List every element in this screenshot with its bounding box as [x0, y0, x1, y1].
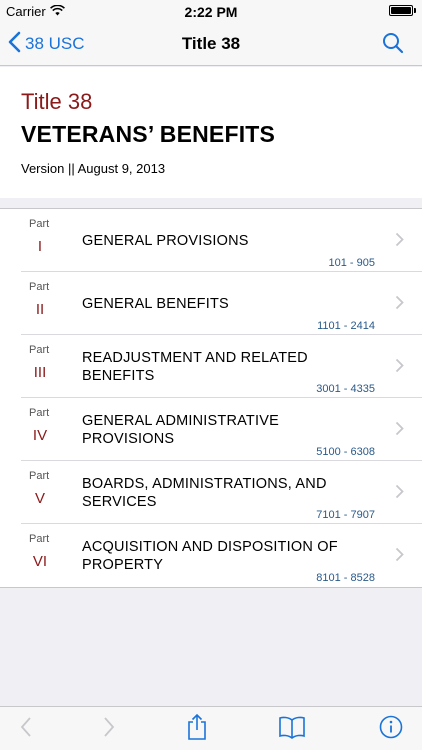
part-title: READJUSTMENT AND RELATED BENEFITS	[82, 350, 308, 384]
chevron-right-icon	[395, 232, 404, 252]
part-numeral: V	[34, 490, 45, 507]
back-arrow-button[interactable]	[4, 707, 48, 750]
title-number: Title 38	[21, 89, 93, 114]
part-section-range: 8101 - 8528	[316, 572, 375, 584]
bottom-toolbar	[0, 706, 422, 750]
part-numeral: I	[37, 238, 43, 255]
bookmarks-book-icon	[278, 715, 306, 744]
title-name: VETERANS’ BENEFITS	[21, 121, 276, 147]
part-section-range: 3001 - 4335	[316, 383, 375, 395]
part-title: ACQUISITION AND DISPOSITION OF PROPERTY	[82, 539, 338, 573]
info-button[interactable]	[369, 707, 413, 750]
list-item-part-vi[interactable]: Part VI ACQUISITION AND DISPOSITION OF P…	[0, 524, 422, 587]
list-item-part-iii[interactable]: Part III READJUSTMENT AND RELATED BENEFI…	[0, 335, 422, 398]
chevron-right-icon	[395, 547, 404, 567]
part-label: Part	[29, 218, 50, 230]
search-icon	[382, 33, 404, 58]
parts-list: Part I GENERAL PROVISIONS 101 - 905 Part…	[0, 208, 422, 588]
chevron-right-icon	[395, 295, 404, 315]
info-icon	[379, 715, 403, 744]
share-icon	[186, 713, 208, 746]
list-item-part-v[interactable]: Part V BOARDS, ADMINISTRATIONS, AND SERV…	[0, 461, 422, 524]
status-time: 2:22 PM	[184, 4, 238, 20]
part-numeral: II	[35, 301, 45, 318]
part-numeral: III	[33, 364, 47, 381]
list-item-part-ii[interactable]: Part II GENERAL BENEFITS 1101 - 2414	[0, 272, 422, 335]
part-title: BOARDS, ADMINISTRATIONS, AND SERVICES	[82, 476, 327, 510]
part-title: GENERAL BENEFITS	[82, 296, 229, 312]
part-label: Part	[29, 533, 50, 545]
nav-title: Title 38	[181, 34, 241, 53]
title-header: Title 38 VETERANS’ BENEFITS Version || A…	[0, 67, 422, 198]
chevron-right-icon	[395, 358, 404, 378]
part-numeral: VI	[32, 553, 48, 570]
share-button[interactable]	[175, 707, 219, 750]
part-label: Part	[29, 344, 50, 356]
list-item-part-i[interactable]: Part I GENERAL PROVISIONS 101 - 905	[0, 209, 422, 272]
part-title: GENERAL PROVISIONS	[82, 233, 249, 249]
version-label: Version || August 9, 2013	[21, 161, 166, 176]
forward-arrow-icon	[103, 716, 115, 743]
part-section-range: 1101 - 2414	[317, 320, 375, 332]
part-numeral: IV	[32, 427, 48, 444]
forward-arrow-button[interactable]	[87, 707, 131, 750]
part-section-range: 5100 - 6308	[316, 446, 375, 458]
battery-icon	[389, 5, 416, 16]
navigation-bar: 38 USC Title 38	[0, 22, 422, 66]
part-section-range: 7101 - 7907	[316, 509, 375, 521]
back-arrow-icon	[20, 716, 32, 743]
part-title: GENERAL ADMINISTRATIVE PROVISIONS	[82, 413, 279, 447]
part-label: Part	[29, 407, 50, 419]
bookmarks-button[interactable]	[270, 707, 314, 750]
chevron-right-icon	[395, 484, 404, 504]
chevron-right-icon	[395, 421, 404, 441]
part-label: Part	[29, 281, 50, 293]
status-bar: Carrier 2:22 PM	[0, 0, 422, 22]
part-label: Part	[29, 470, 50, 482]
list-item-part-iv[interactable]: Part IV GENERAL ADMINISTRATIVE PROVISION…	[0, 398, 422, 461]
search-button[interactable]	[382, 32, 404, 59]
part-section-range: 101 - 905	[328, 257, 375, 269]
